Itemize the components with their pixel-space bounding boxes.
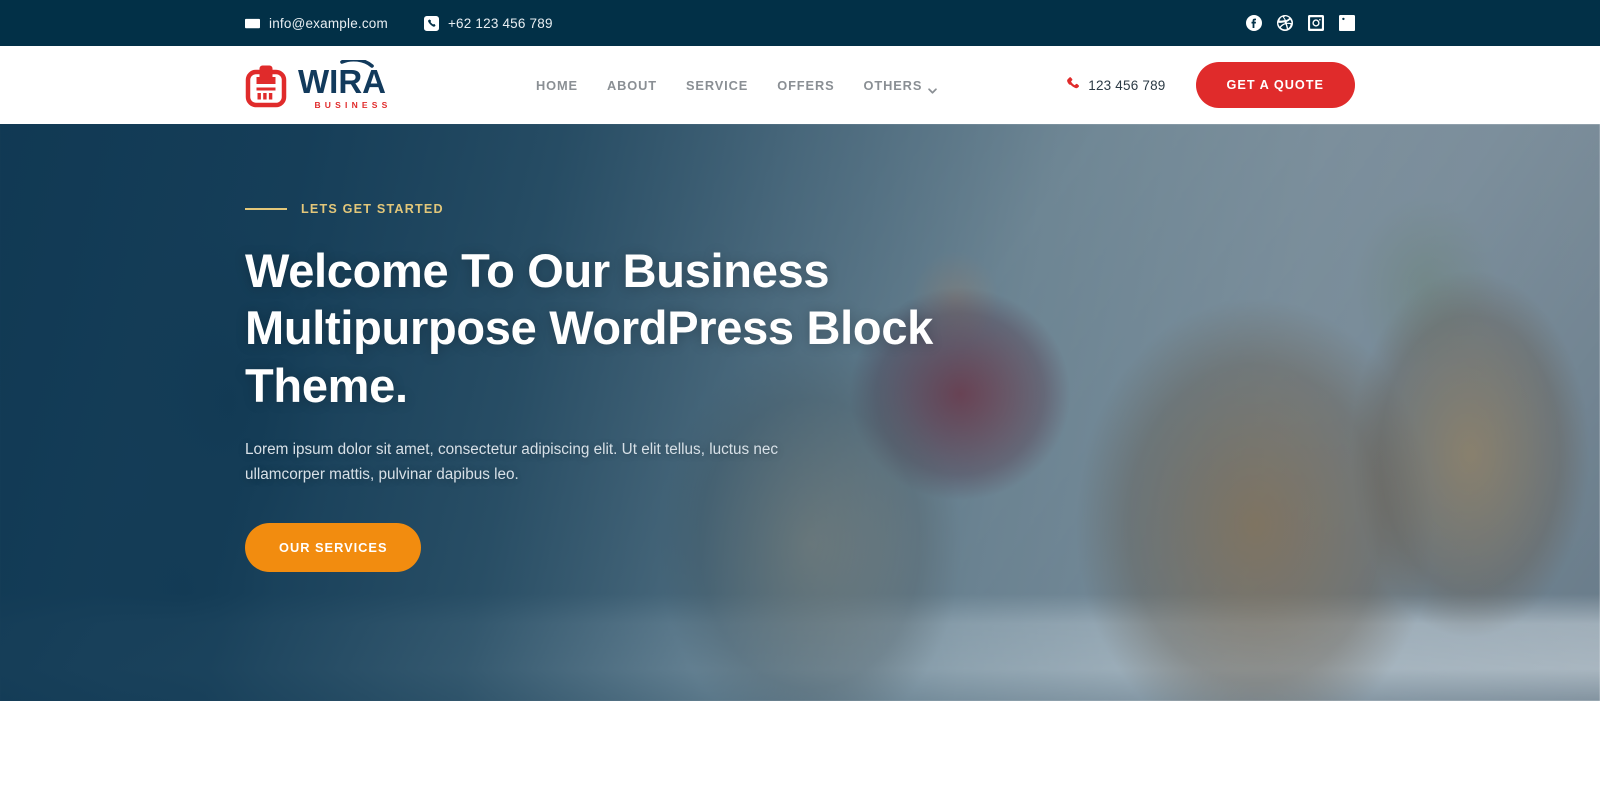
phone-icon [1065,76,1080,95]
get-a-quote-button[interactable]: GET A QUOTE [1195,62,1355,108]
nav-item-offers-label: OFFERS [777,77,835,93]
main-navigation: HOME ABOUT SERVICE OFFERS OTHERS [536,77,938,94]
hero-section: LETS GET STARTED Welcome To Our Business… [0,124,1600,701]
nav-item-home[interactable]: HOME [536,78,578,93]
logo-tagline: BUSINESS [314,100,392,111]
nav-item-others-label: OTHERS [863,77,923,93]
nav-item-service[interactable]: SERVICE [686,78,748,93]
logo-text: WIRA BUSINESS [298,60,408,110]
eyebrow-line-decoration [245,208,287,210]
hero-eyebrow: LETS GET STARTED [245,202,1355,216]
hero-description: Lorem ipsum dolor sit amet, consectetur … [245,440,779,483]
header-phone-number: 123 456 789 [1088,77,1166,93]
nav-item-home-label: HOME [535,77,578,93]
instagram-icon[interactable] [1307,15,1324,32]
facebook-icon[interactable] [1245,15,1262,32]
svg-text:WIRA: WIRA [298,63,386,98]
linkedin-icon[interactable] [1338,15,1355,32]
paintbrush-icon [245,62,287,108]
site-logo[interactable]: WIRA BUSINESS [245,60,408,110]
envelope-icon [245,16,260,31]
chevron-down-icon [928,82,938,94]
top-bar-contacts: info@example.com +62 123 456 789 [245,15,553,31]
phone-icon [423,15,439,31]
nav-item-service-label: SERVICE [685,77,749,93]
hero-title: Welcome To Our Business Multipurpose Wor… [245,244,934,412]
header-phone[interactable]: 123 456 789 [1065,76,1165,95]
nav-item-offers[interactable]: OFFERS [777,78,834,93]
top-bar: info@example.com +62 123 456 789 [0,0,1600,46]
contact-phone[interactable]: +62 123 456 789 [423,15,553,31]
nav-item-others[interactable]: OTHERS [863,77,938,94]
nav-item-about-label: ABOUT [606,77,657,93]
our-services-button[interactable]: OUR SERVICES [245,522,422,572]
nav-item-about[interactable]: ABOUT [607,78,657,93]
hero-eyebrow-text: LETS GET STARTED [301,202,444,216]
header-actions: 123 456 789 GET A QUOTE [1065,62,1355,108]
contact-email-text: info@example.com [269,15,388,31]
social-links [1245,15,1355,32]
contact-phone-text: +62 123 456 789 [447,15,553,31]
logo-wordmark: WIRA [298,60,408,98]
dribbble-icon[interactable] [1276,15,1293,32]
contact-email[interactable]: info@example.com [245,16,388,31]
hero-content: LETS GET STARTED Welcome To Our Business… [0,124,1600,572]
site-header: WIRA BUSINESS HOME ABOUT SERVICE OFFERS … [0,46,1600,124]
